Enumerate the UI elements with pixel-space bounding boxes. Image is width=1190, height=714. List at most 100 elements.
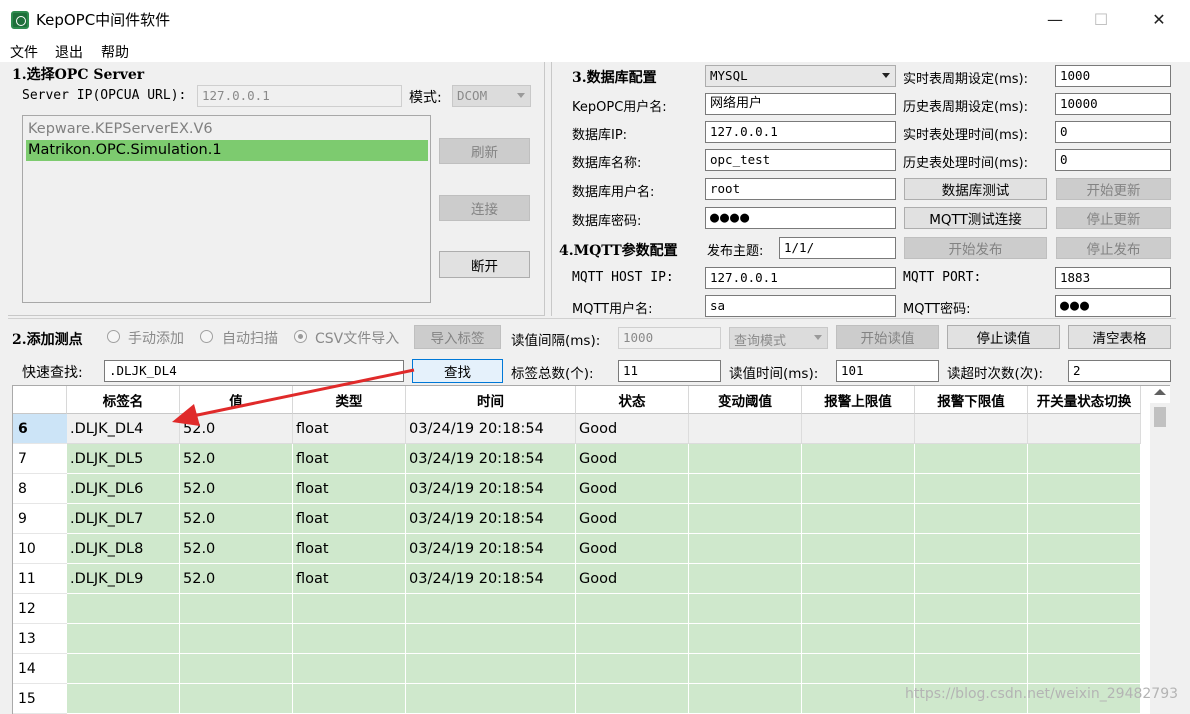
column-header[interactable]: 状态 (576, 386, 689, 414)
table-cell[interactable] (689, 444, 802, 474)
table-cell[interactable] (67, 654, 180, 684)
table-cell[interactable]: Good (576, 444, 689, 474)
query-mode-select[interactable]: 查询模式 (729, 327, 828, 349)
db-user-input[interactable]: root (705, 178, 896, 200)
read-interval-input[interactable]: 1000 (618, 327, 721, 349)
auto-scan-radio[interactable] (200, 330, 213, 343)
table-cell[interactable] (1028, 624, 1141, 654)
table-cell[interactable] (915, 654, 1028, 684)
table-cell[interactable] (915, 624, 1028, 654)
search-button[interactable]: 查找 (412, 359, 503, 383)
table-cell[interactable] (802, 534, 915, 564)
start-publish-button[interactable]: 开始发布 (904, 237, 1047, 259)
table-cell[interactable]: 03/24/19 20:18:54 (406, 414, 576, 444)
table-cell[interactable]: 52.0 (180, 504, 293, 534)
table-cell[interactable] (406, 654, 576, 684)
row-header[interactable]: 9 (13, 504, 67, 534)
table-cell[interactable]: .DLJK_DL6 (67, 474, 180, 504)
menu-file[interactable]: 文件 (10, 42, 38, 62)
table-cell[interactable] (67, 624, 180, 654)
table-cell[interactable] (802, 654, 915, 684)
table-cell[interactable] (1028, 534, 1141, 564)
table-cell[interactable]: 52.0 (180, 534, 293, 564)
table-cell[interactable] (67, 594, 180, 624)
maximize-button[interactable]: ☐ (1078, 0, 1124, 38)
table-cell[interactable] (406, 624, 576, 654)
stop-update-button[interactable]: 停止更新 (1056, 207, 1171, 229)
table-cell[interactable] (689, 414, 802, 444)
table-cell[interactable] (1028, 654, 1141, 684)
menu-help[interactable]: 帮助 (101, 42, 129, 62)
refresh-button[interactable]: 刷新 (439, 138, 530, 164)
table-cell[interactable] (802, 624, 915, 654)
stop-read-button[interactable]: 停止读值 (947, 325, 1060, 349)
table-cell[interactable]: .DLJK_DL5 (67, 444, 180, 474)
table-cell[interactable] (180, 654, 293, 684)
server-ip-input[interactable]: 127.0.0.1 (197, 85, 402, 107)
close-button[interactable]: ✕ (1136, 0, 1182, 38)
table-cell[interactable] (689, 474, 802, 504)
table-cell[interactable] (293, 624, 406, 654)
scroll-up-icon[interactable] (1154, 389, 1166, 395)
row-header[interactable]: 10 (13, 534, 67, 564)
column-header[interactable]: 报警下限值 (915, 386, 1028, 414)
table-cell[interactable]: 52.0 (180, 564, 293, 594)
mqtt-host-input[interactable]: 127.0.0.1 (705, 267, 896, 289)
mqtt-password-input[interactable]: ●●● (1055, 295, 1171, 317)
disconnect-button[interactable]: 断开 (439, 251, 530, 278)
scrollbar-thumb[interactable] (1154, 407, 1166, 427)
table-cell[interactable]: .DLJK_DL7 (67, 504, 180, 534)
table-cell[interactable]: 03/24/19 20:18:54 (406, 444, 576, 474)
rt-proc-input[interactable]: 0 (1055, 121, 1171, 143)
rt-period-input[interactable]: 1000 (1055, 65, 1171, 87)
table-cell[interactable] (689, 534, 802, 564)
table-cell[interactable] (915, 534, 1028, 564)
table-cell[interactable] (915, 594, 1028, 624)
kepopc-user-input[interactable]: 网络用户 (705, 93, 896, 115)
table-cell[interactable]: 03/24/19 20:18:54 (406, 534, 576, 564)
table-cell[interactable] (406, 684, 576, 714)
table-cell[interactable] (1028, 594, 1141, 624)
stop-publish-button[interactable]: 停止发布 (1056, 237, 1171, 259)
row-header[interactable]: 14 (13, 654, 67, 684)
table-cell[interactable]: 52.0 (180, 474, 293, 504)
table-cell[interactable] (1028, 564, 1141, 594)
mqtt-user-input[interactable]: sa (705, 295, 896, 317)
table-cell[interactable] (689, 624, 802, 654)
topic-input[interactable]: 1/1/ (779, 237, 896, 259)
table-cell[interactable] (802, 444, 915, 474)
table-cell[interactable]: .DLJK_DL8 (67, 534, 180, 564)
start-read-button[interactable]: 开始读值 (836, 325, 939, 349)
table-scrollbar[interactable] (1150, 389, 1170, 714)
hist-period-input[interactable]: 10000 (1055, 93, 1171, 115)
table-cell[interactable] (689, 594, 802, 624)
table-cell[interactable] (293, 594, 406, 624)
db-type-select[interactable]: MYSQL (705, 65, 896, 87)
table-cell[interactable] (802, 414, 915, 444)
table-cell[interactable] (1028, 414, 1141, 444)
mqtt-port-input[interactable]: 1883 (1055, 267, 1171, 289)
table-cell[interactable] (1028, 474, 1141, 504)
read-time-input[interactable]: 101 (836, 360, 939, 382)
table-cell[interactable] (915, 564, 1028, 594)
table-cell[interactable]: 52.0 (180, 444, 293, 474)
table-cell[interactable]: .DLJK_DL9 (67, 564, 180, 594)
db-name-input[interactable]: opc_test (705, 149, 896, 171)
table-cell[interactable]: float (293, 564, 406, 594)
table-cell[interactable] (802, 594, 915, 624)
menu-exit[interactable]: 退出 (55, 42, 83, 62)
import-tags-button[interactable]: 导入标签 (414, 325, 501, 349)
server-list-item[interactable]: Kepware.KEPServerEX.V6 (26, 119, 428, 140)
table-cell[interactable] (802, 564, 915, 594)
db-ip-input[interactable]: 127.0.0.1 (705, 121, 896, 143)
table-cell[interactable] (915, 504, 1028, 534)
table-cell[interactable] (576, 594, 689, 624)
table-cell[interactable] (689, 504, 802, 534)
table-cell[interactable] (1028, 444, 1141, 474)
table-cell[interactable] (689, 564, 802, 594)
table-cell[interactable] (180, 684, 293, 714)
timeout-count-input[interactable]: 2 (1068, 360, 1171, 382)
table-cell[interactable]: Good (576, 564, 689, 594)
row-header[interactable]: 12 (13, 594, 67, 624)
column-header[interactable]: 变动阈值 (689, 386, 802, 414)
